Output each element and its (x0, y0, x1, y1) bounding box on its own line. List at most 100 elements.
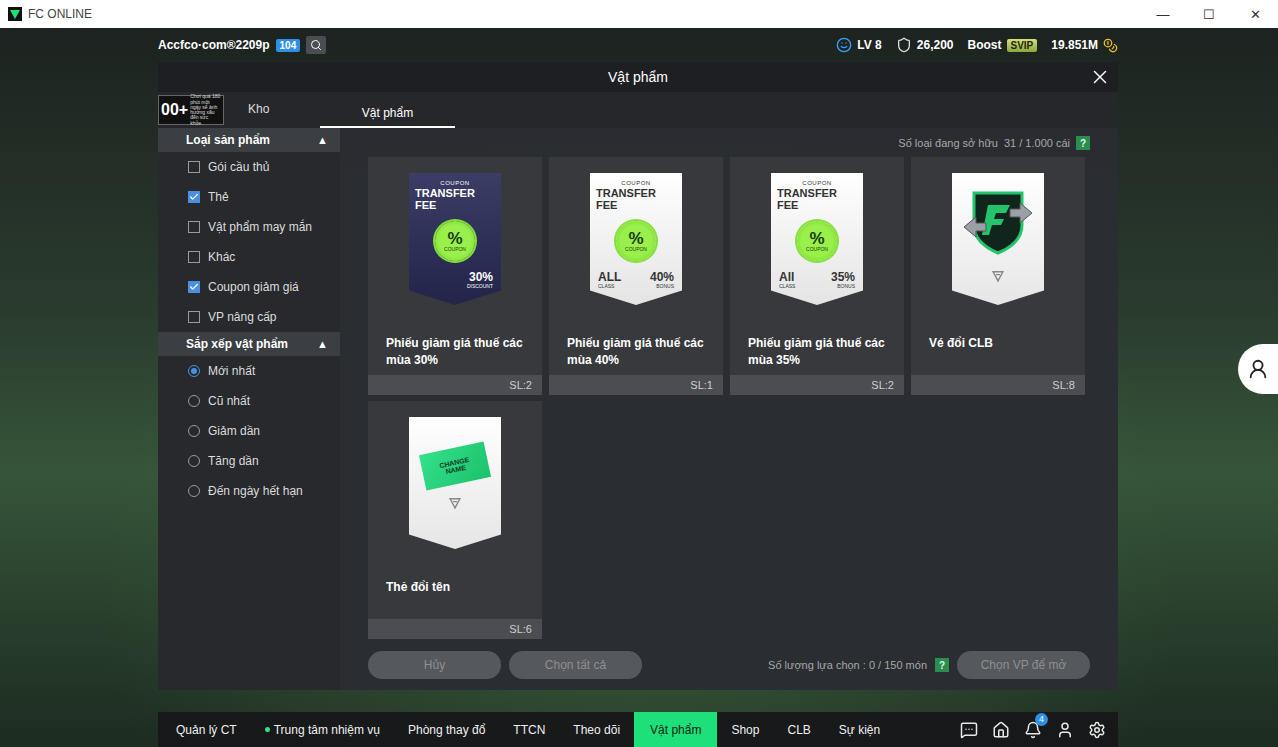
side-support-button[interactable] (1238, 344, 1278, 394)
notification-badge: 4 (1035, 713, 1048, 726)
check-icon (189, 282, 199, 292)
checkbox[interactable] (188, 311, 200, 323)
item-art (911, 157, 1085, 335)
level-stat: LV 8 (836, 37, 881, 53)
sort-option[interactable]: Đến ngày hết hạn (158, 476, 340, 506)
filter-option[interactable]: Thẻ (158, 182, 340, 212)
radio-button[interactable] (188, 455, 200, 467)
filter-option[interactable]: Vật phẩm may mắn (158, 212, 340, 242)
item-card[interactable]: COUPONTRANSFER FEE%COUPONAllCLASS35%BONU… (730, 157, 904, 395)
item-name: Phiếu giảm giá thuế các mùa 40% (549, 335, 723, 375)
item-name: Phiếu giảm giá thuế các mùa 30% (368, 335, 542, 375)
sort-option[interactable]: Cũ nhất (158, 386, 340, 416)
open-button[interactable]: Chọn VP để mở (957, 651, 1090, 679)
close-button[interactable] (1088, 65, 1112, 89)
cancel-button[interactable]: Hủy (368, 651, 501, 679)
checkbox[interactable] (188, 161, 200, 173)
checkbox[interactable] (188, 281, 200, 293)
nav-item[interactable]: Quản lý CT (162, 712, 251, 747)
item-art: COUPONTRANSFER FEE%COUPONAllCLASS35%BONU… (730, 157, 904, 335)
coupon-class: AllCLASS (779, 271, 795, 289)
coupon-class: ALLCLASS (598, 271, 621, 289)
nav-item[interactable]: CLB (773, 712, 824, 747)
nav-item[interactable]: Vật phẩm (634, 712, 717, 747)
item-quantity: SL:6 (368, 619, 542, 639)
coupon-art: COUPONTRANSFER FEE%COUPONALLCLASS40%BONU… (590, 173, 682, 305)
filter-section-header[interactable]: Loại sản phẩm▲ (158, 128, 340, 152)
item-name: Phiếu giảm giá thuế các mùa 35% (730, 335, 904, 375)
sort-option[interactable]: Mới nhất (158, 356, 340, 386)
coupon-bottom: 30%DISCOUNT (415, 271, 495, 289)
nav-item[interactable]: Theo dõi (559, 712, 634, 747)
window-control-button[interactable]: — (1140, 0, 1186, 28)
help-button[interactable]: ? (935, 658, 949, 672)
age-rating-badge: 00+Chơi quá 180 phút một ngày sẽ ảnh hưở… (158, 95, 224, 125)
coupon-top-label: COUPON (621, 180, 650, 186)
search-icon (310, 39, 322, 51)
item-art: CHANGE NAME (368, 401, 542, 579)
app-window: FC ONLINE—☐✕Accfco·com®2209p104LV 826,20… (0, 0, 1278, 747)
chat-icon (960, 721, 978, 739)
radio-button[interactable] (188, 485, 200, 497)
fc-logo-icon (448, 496, 462, 510)
radio-button[interactable] (188, 395, 200, 407)
check-icon (189, 192, 199, 202)
home-button[interactable] (992, 721, 1010, 739)
percent-badge-icon: %COUPON (435, 221, 475, 261)
user-icon (1056, 721, 1074, 739)
tab[interactable]: Kho (234, 96, 283, 124)
profile-button[interactable] (1056, 721, 1074, 739)
tab[interactable]: Vật phẩm (320, 100, 455, 128)
item-card[interactable]: COUPONTRANSFER FEE%COUPONALLCLASS40%BONU… (549, 157, 723, 395)
nav-item[interactable]: Phòng thay đổ (394, 712, 499, 747)
help-button[interactable]: ? (1076, 136, 1090, 150)
sort-section-header[interactable]: Sắp xếp vật phẩm▲ (158, 332, 340, 356)
nav-item[interactable]: Shop (717, 712, 773, 747)
item-quantity: SL:2 (730, 375, 904, 395)
checkbox[interactable] (188, 191, 200, 203)
dialog-title: Vật phẩm (608, 69, 668, 85)
selection-count: Số lượng lựa chọn : 0 / 150 món (768, 659, 927, 671)
radio-button[interactable] (188, 425, 200, 437)
fc-logo-icon (991, 269, 1005, 283)
checkbox[interactable] (188, 221, 200, 233)
sort-option[interactable]: Tăng dần (158, 446, 340, 476)
user-badge: 104 (276, 39, 301, 52)
items-panel: Số loại đang sở hữu31 / 1.000 cái?COUPON… (340, 128, 1118, 690)
username: Accfco·com®2209p (158, 38, 270, 52)
coupon-bottom: ALLCLASS40%BONUS (596, 271, 676, 289)
filter-option[interactable]: VP nâng cấp (158, 302, 340, 332)
item-card[interactable]: COUPONTRANSFER FEE%COUPON30%DISCOUNTPhiế… (368, 157, 542, 395)
nav-item[interactable]: Trung tâm nhiệm vụ (251, 712, 394, 747)
filter-option[interactable]: Coupon giảm giá (158, 272, 340, 302)
window-control-button[interactable]: ✕ (1232, 0, 1278, 28)
top-header: Accfco·com®2209p104LV 826,200BoostSVIP19… (0, 28, 1278, 62)
radio-button[interactable] (188, 365, 200, 377)
sort-option[interactable]: Giảm dần (158, 416, 340, 446)
filter-option[interactable]: Khác (158, 242, 340, 272)
chat-button[interactable] (960, 721, 978, 739)
window-control-button[interactable]: ☐ (1186, 0, 1232, 28)
search-button[interactable] (306, 36, 326, 54)
coupon-art: COUPONTRANSFER FEE%COUPONAllCLASS35%BONU… (771, 173, 863, 305)
item-quantity: SL:2 (368, 375, 542, 395)
club-ticket-art (952, 173, 1044, 305)
coupon-bottom: AllCLASS 35%BONUS (777, 271, 857, 289)
points-icon (896, 37, 912, 53)
support-user-icon (1247, 358, 1269, 380)
close-icon (1089, 66, 1111, 88)
item-card[interactable]: CHANGE NAMEThẻ đổi tênSL:6 (368, 401, 542, 639)
nav-item[interactable]: TTCN (499, 712, 559, 747)
points-stat: 26,200 (896, 37, 954, 53)
notifications-button[interactable]: 4 (1024, 721, 1042, 739)
settings-button[interactable] (1088, 721, 1106, 739)
coupon-value: 35%BONUS (831, 271, 855, 289)
level-icon (836, 37, 852, 53)
rename-card-art: CHANGE NAME (409, 417, 501, 549)
nav-item[interactable]: Sự kiện (825, 712, 894, 747)
item-card[interactable]: Vé đổi CLBSL:8 (911, 157, 1085, 395)
select-all-button[interactable]: Chọn tất cả (509, 651, 642, 679)
app-logo-icon (8, 7, 22, 21)
checkbox[interactable] (188, 251, 200, 263)
filter-option[interactable]: Gói cầu thủ (158, 152, 340, 182)
